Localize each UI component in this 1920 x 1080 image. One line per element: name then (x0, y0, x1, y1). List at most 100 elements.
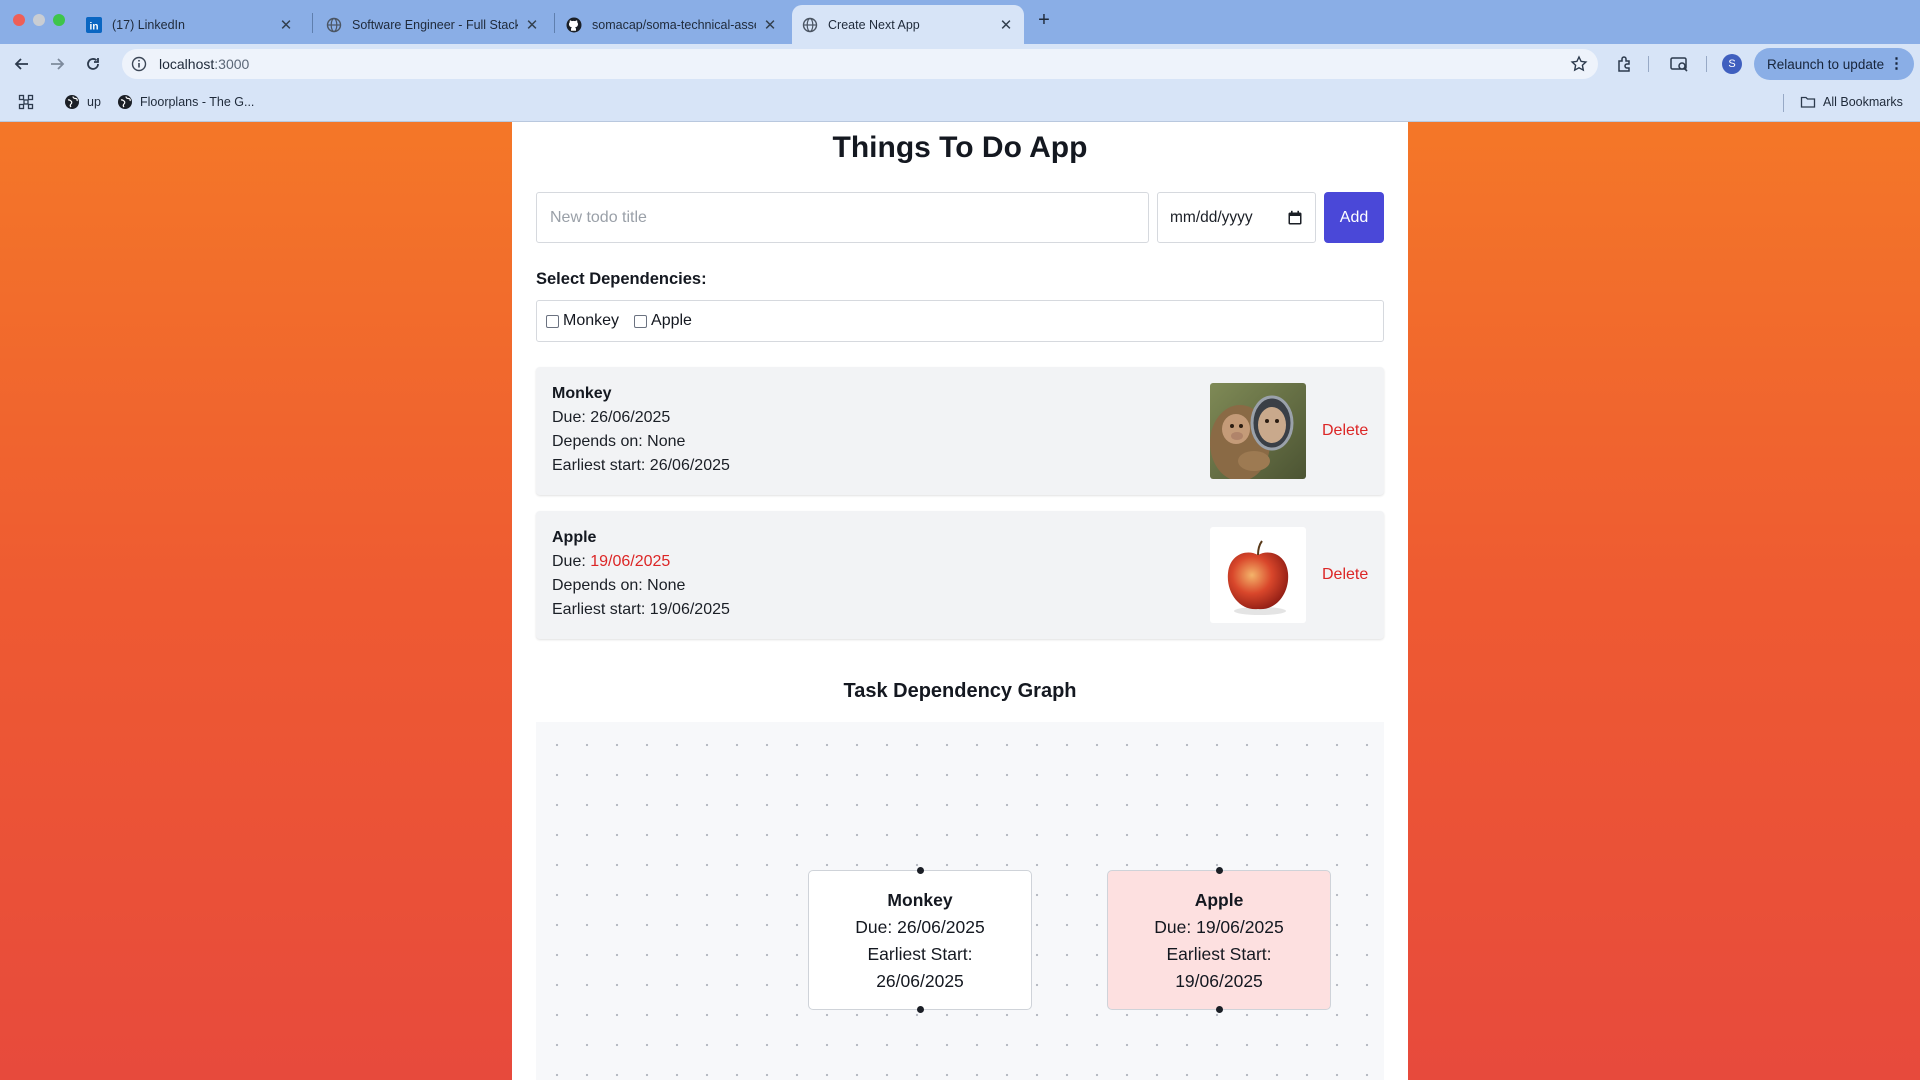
dependency-label: Apple (651, 312, 692, 329)
page-title: Things To Do App (832, 131, 1088, 164)
tab-separator (554, 13, 555, 33)
todo-title-input[interactable]: New todo title (536, 192, 1149, 243)
node-handle-bottom[interactable] (1216, 1006, 1223, 1013)
todo-due: Due: 19/06/2025 (552, 553, 670, 571)
node-handle-top[interactable] (1216, 867, 1223, 874)
folder-icon (1800, 94, 1816, 110)
toolbar-divider (1648, 56, 1649, 72)
todo-name: Monkey (552, 385, 612, 402)
new-tab-button[interactable]: + (1033, 9, 1055, 31)
tab-title: (17) LinkedIn (112, 17, 185, 32)
all-bookmarks-button[interactable]: All Bookmarks (1800, 94, 1903, 110)
bookmarks-bar: up Floorplans - The G... All Bookmarks (0, 84, 1920, 122)
todo-app: Things To Do App New todo title mm/dd/yy… (512, 122, 1408, 1080)
due-prefix: Due: (552, 409, 591, 426)
apps-grid-icon (18, 94, 34, 110)
tab-title: Create Next App (828, 17, 920, 32)
tab-title: Software Engineer - Full Stack (352, 17, 518, 32)
node-due: Due: 26/06/2025 (855, 917, 985, 937)
close-tab-icon[interactable]: ✕ (278, 17, 294, 34)
window-minimize-button[interactable] (33, 14, 45, 26)
todo-earliest-start: Earliest start: 26/06/2025 (552, 457, 730, 474)
tab-linkedin[interactable]: in (17) LinkedIn ✕ (76, 5, 304, 44)
profile-avatar[interactable]: S (1722, 54, 1742, 74)
graph-title: Task Dependency Graph (843, 680, 1077, 702)
reload-icon[interactable] (81, 52, 105, 76)
node-handle-bottom[interactable] (917, 1006, 924, 1013)
close-tab-icon[interactable]: ✕ (524, 17, 540, 34)
tab-separator (312, 13, 313, 33)
dependency-option-apple[interactable]: Apple (634, 312, 692, 330)
delete-button[interactable]: Delete (1322, 422, 1368, 440)
window-close-button[interactable] (13, 14, 25, 26)
dependencies-label: Select Dependencies: (536, 270, 707, 288)
dependencies-selector: Monkey Apple (536, 300, 1384, 342)
forward-arrow-icon[interactable] (45, 52, 69, 76)
calendar-icon[interactable] (1287, 210, 1303, 226)
dependency-graph-canvas[interactable]: Monkey Due: 26/06/2025 Earliest Start: 2… (536, 722, 1384, 1080)
due-date-overdue: 19/06/2025 (590, 553, 671, 570)
dependency-option-monkey[interactable]: Monkey (546, 312, 619, 330)
bookmark-star-icon[interactable] (1570, 55, 1588, 73)
bookmark-floorplans[interactable]: Floorplans - The G... (117, 94, 254, 110)
tab-github[interactable]: somacap/soma-technical-assessment ✕ (556, 5, 788, 44)
delete-button[interactable]: Delete (1322, 566, 1368, 584)
monkey-photo (1210, 383, 1306, 479)
node-earliest-label: Earliest Start: (1166, 944, 1272, 964)
globe-icon (117, 94, 133, 110)
todo-depends-on: Depends on: None (552, 577, 686, 594)
todo-item-apple: Apple Due: 19/06/2025 Depends on: None E… (536, 511, 1384, 639)
dependency-checkbox[interactable] (546, 314, 559, 328)
apple-photo (1210, 527, 1306, 623)
tab-title: somacap/soma-technical-assessment (592, 17, 756, 32)
bookmark-label: up (87, 95, 101, 109)
close-tab-icon[interactable]: ✕ (762, 17, 778, 34)
due-date-input[interactable]: mm/dd/yyyy (1157, 192, 1316, 243)
browser-toolbar: localhost:3000 S Relaunch to update ⋮ (0, 44, 1920, 84)
address-bar[interactable]: localhost:3000 (122, 49, 1598, 79)
node-handle-top[interactable] (917, 867, 924, 874)
tab-software-engineer[interactable]: Software Engineer - Full Stack ✕ (316, 5, 550, 44)
github-icon (566, 17, 582, 33)
tab-create-next-app[interactable]: Create Next App ✕ (792, 5, 1024, 44)
todo-depends-on: Depends on: None (552, 433, 686, 450)
todo-name: Apple (552, 529, 597, 546)
url-port: :3000 (214, 56, 250, 72)
site-info-icon[interactable] (131, 56, 147, 72)
all-bookmarks-label: All Bookmarks (1823, 95, 1903, 109)
node-earliest-label: Earliest Start: (867, 944, 973, 964)
globe-icon (64, 94, 80, 110)
due-date: 26/06/2025 (590, 409, 671, 426)
browser-tab-bar: in (17) LinkedIn ✕ Software Engineer - F… (0, 0, 1920, 44)
linkedin-icon: in (86, 16, 102, 33)
relaunch-to-update-button[interactable]: Relaunch to update ⋮ (1754, 48, 1914, 80)
node-due: Due: 19/06/2025 (1154, 917, 1284, 937)
date-placeholder: mm/dd/yyyy (1170, 208, 1253, 226)
node-earliest-date: 19/06/2025 (1175, 971, 1263, 991)
tab-search-icon[interactable] (1669, 54, 1689, 74)
bookmark-up[interactable]: up (64, 94, 101, 110)
add-todo-button[interactable]: Add (1324, 192, 1384, 243)
globe-icon (326, 17, 342, 33)
toolbar-divider (1706, 56, 1707, 72)
apps-grid-button[interactable] (18, 94, 41, 110)
back-arrow-icon[interactable] (10, 52, 34, 76)
relaunch-label: Relaunch to update (1767, 56, 1885, 72)
todo-due: Due: 26/06/2025 (552, 409, 670, 427)
bookmarks-divider (1783, 94, 1784, 112)
bookmark-label: Floorplans - The G... (140, 95, 255, 109)
extensions-icon[interactable] (1615, 54, 1635, 74)
todo-item-monkey: Monkey Due: 26/06/2025 Depends on: None … (536, 367, 1384, 495)
url-host: localhost (159, 56, 215, 72)
svg-text:in: in (90, 21, 99, 32)
dependency-checkbox[interactable] (634, 314, 648, 328)
graph-node-apple[interactable]: Apple Due: 19/06/2025 Earliest Start: 19… (1107, 867, 1331, 1013)
graph-node-monkey[interactable]: Monkey Due: 26/06/2025 Earliest Start: 2… (808, 867, 1032, 1013)
page-viewport: Things To Do App New todo title mm/dd/yy… (0, 122, 1920, 1080)
node-earliest-date: 26/06/2025 (876, 971, 964, 991)
close-tab-icon[interactable]: ✕ (998, 17, 1014, 34)
window-zoom-button[interactable] (53, 14, 65, 26)
more-menu-icon[interactable]: ⋮ (1889, 54, 1904, 72)
todo-earliest-start: Earliest start: 19/06/2025 (552, 601, 730, 618)
node-name: Apple (1194, 890, 1244, 910)
